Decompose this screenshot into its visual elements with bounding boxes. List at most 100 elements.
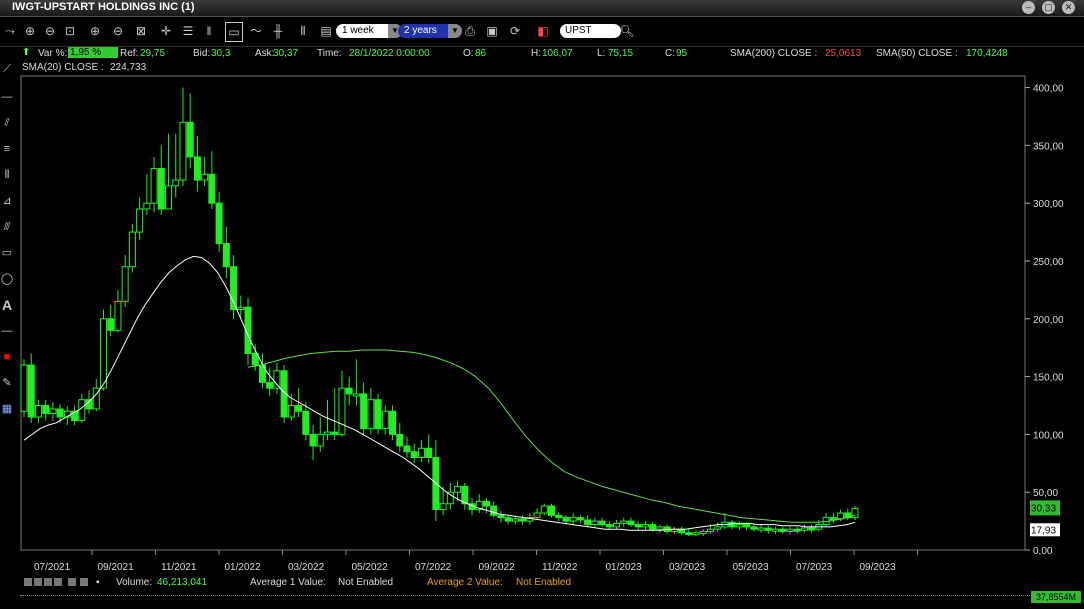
candle-body[interactable]: [121, 266, 129, 302]
candle-body[interactable]: [345, 387, 353, 395]
candle-body[interactable]: [569, 517, 577, 522]
candle-body[interactable]: [237, 306, 245, 311]
candle-body[interactable]: [114, 300, 122, 331]
candle-body[interactable]: [287, 404, 295, 418]
candle-body[interactable]: [410, 451, 418, 459]
candle-body[interactable]: [128, 231, 136, 268]
candle-body[interactable]: [208, 173, 216, 204]
candle-body[interactable]: [757, 527, 765, 531]
plot-area[interactable]: [20, 75, 1026, 551]
price-chart[interactable]: 0,00 50,00 100,00 150,00 200,00 250,00 300,00 3…: [0, 0, 1084, 609]
candle-body[interactable]: [641, 524, 649, 528]
candle-body[interactable]: [417, 447, 425, 459]
candle-body[interactable]: [692, 532, 700, 536]
candle-body[interactable]: [598, 520, 606, 526]
candle-body[interactable]: [99, 318, 107, 389]
candle-body[interactable]: [837, 512, 845, 520]
candle-body[interactable]: [27, 364, 35, 418]
candle-body[interactable]: [800, 527, 808, 531]
candle-body[interactable]: [186, 121, 194, 158]
candle-body[interactable]: [42, 404, 50, 415]
candle-body[interactable]: [678, 528, 686, 534]
candle-body[interactable]: [172, 179, 180, 187]
candle-body[interactable]: [634, 524, 642, 528]
move-down-icon[interactable]: [68, 578, 76, 586]
candle-body[interactable]: [193, 156, 201, 181]
candle-body[interactable]: [706, 528, 714, 533]
candle-body[interactable]: [743, 524, 751, 528]
candle-body[interactable]: [699, 531, 707, 535]
candle-body[interactable]: [620, 520, 628, 524]
candle-body[interactable]: [735, 524, 743, 528]
candle-body[interactable]: [20, 364, 28, 412]
candle-body[interactable]: [157, 167, 165, 210]
candle-body[interactable]: [381, 410, 389, 430]
candle-body[interactable]: [584, 519, 592, 526]
candle-body[interactable]: [352, 393, 360, 397]
candle-body[interactable]: [179, 121, 187, 181]
candle-body[interactable]: [627, 520, 635, 526]
move-up-icon[interactable]: [80, 578, 88, 586]
close-panel-icon[interactable]: [44, 578, 52, 586]
candle-body[interactable]: [540, 505, 548, 514]
candle-body[interactable]: [591, 520, 599, 526]
candle-body[interactable]: [446, 491, 454, 505]
candle-body[interactable]: [793, 528, 801, 532]
candle-body[interactable]: [714, 526, 722, 530]
candle-body[interactable]: [374, 399, 382, 430]
candle-body[interactable]: [215, 202, 223, 245]
candle-body[interactable]: [403, 445, 411, 453]
candle-body[interactable]: [613, 522, 621, 528]
candle-body[interactable]: [685, 532, 693, 536]
candle-body[interactable]: [360, 393, 368, 430]
restore-icon[interactable]: [34, 578, 42, 586]
candle-body[interactable]: [389, 410, 397, 435]
candle-body[interactable]: [779, 528, 787, 533]
candle-body[interactable]: [165, 185, 173, 210]
candle-body[interactable]: [511, 518, 519, 522]
candle-body[interactable]: [56, 408, 64, 418]
candle-body[interactable]: [107, 318, 115, 331]
candle-body[interactable]: [482, 500, 490, 507]
candle-body[interactable]: [786, 528, 794, 533]
candle-body[interactable]: [454, 485, 462, 493]
candle-body[interactable]: [316, 433, 324, 447]
collapse-icon[interactable]: [24, 578, 32, 586]
candle-body[interactable]: [519, 518, 527, 522]
candle-body[interactable]: [605, 524, 613, 528]
candle-body[interactable]: [150, 167, 158, 204]
candle-body[interactable]: [222, 243, 230, 268]
candle-body[interactable]: [34, 404, 42, 418]
settings-icon[interactable]: [54, 578, 62, 586]
candle-body[interactable]: [396, 433, 404, 447]
candle-body[interactable]: [367, 399, 375, 430]
candle-body[interactable]: [302, 410, 310, 435]
candle-body[interactable]: [772, 528, 780, 532]
candle-body[interactable]: [649, 524, 657, 530]
candle-body[interactable]: [504, 517, 512, 522]
candle-body[interactable]: [295, 404, 303, 412]
candle-body[interactable]: [136, 208, 144, 233]
candle-body[interactable]: [490, 505, 498, 516]
candle-body[interactable]: [49, 408, 57, 415]
candle-body[interactable]: [533, 512, 541, 519]
candle-body[interactable]: [143, 202, 151, 210]
candle-body[interactable]: [764, 527, 772, 531]
candle-body[interactable]: [338, 387, 346, 435]
candle-body[interactable]: [548, 505, 556, 516]
candle-body[interactable]: [78, 399, 86, 422]
candle-body[interactable]: [439, 503, 447, 511]
candle-body[interactable]: [555, 514, 563, 519]
candle-body[interactable]: [750, 526, 758, 530]
candle-body[interactable]: [562, 517, 570, 522]
candle-body[interactable]: [829, 517, 837, 521]
candle-body[interactable]: [331, 431, 339, 435]
candle-body[interactable]: [425, 447, 433, 459]
candle-body[interactable]: [576, 517, 584, 521]
candle-body[interactable]: [656, 526, 664, 530]
candle-body[interactable]: [309, 433, 317, 447]
candle-body[interactable]: [273, 370, 281, 389]
candle-body[interactable]: [497, 514, 505, 519]
candle-body[interactable]: [808, 527, 816, 531]
candle-body[interactable]: [323, 431, 331, 435]
